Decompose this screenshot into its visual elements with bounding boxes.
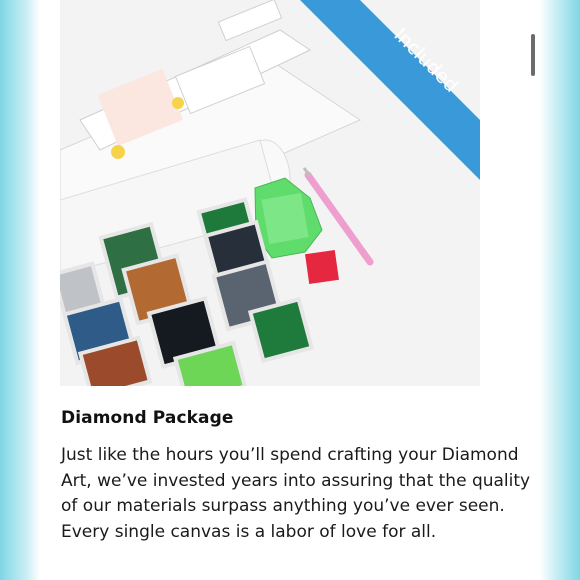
section-description: Just like the hours you’ll spend craftin… xyxy=(61,445,531,542)
wax-pad xyxy=(305,250,339,284)
product-image[interactable]: Included xyxy=(60,0,480,386)
scrollbar-thumb[interactable] xyxy=(531,34,535,76)
page: Included Diamond Package Just like the h… xyxy=(0,0,580,580)
section-title: Diamond Package xyxy=(61,408,234,428)
product-photo-illustration: Included xyxy=(60,0,480,386)
